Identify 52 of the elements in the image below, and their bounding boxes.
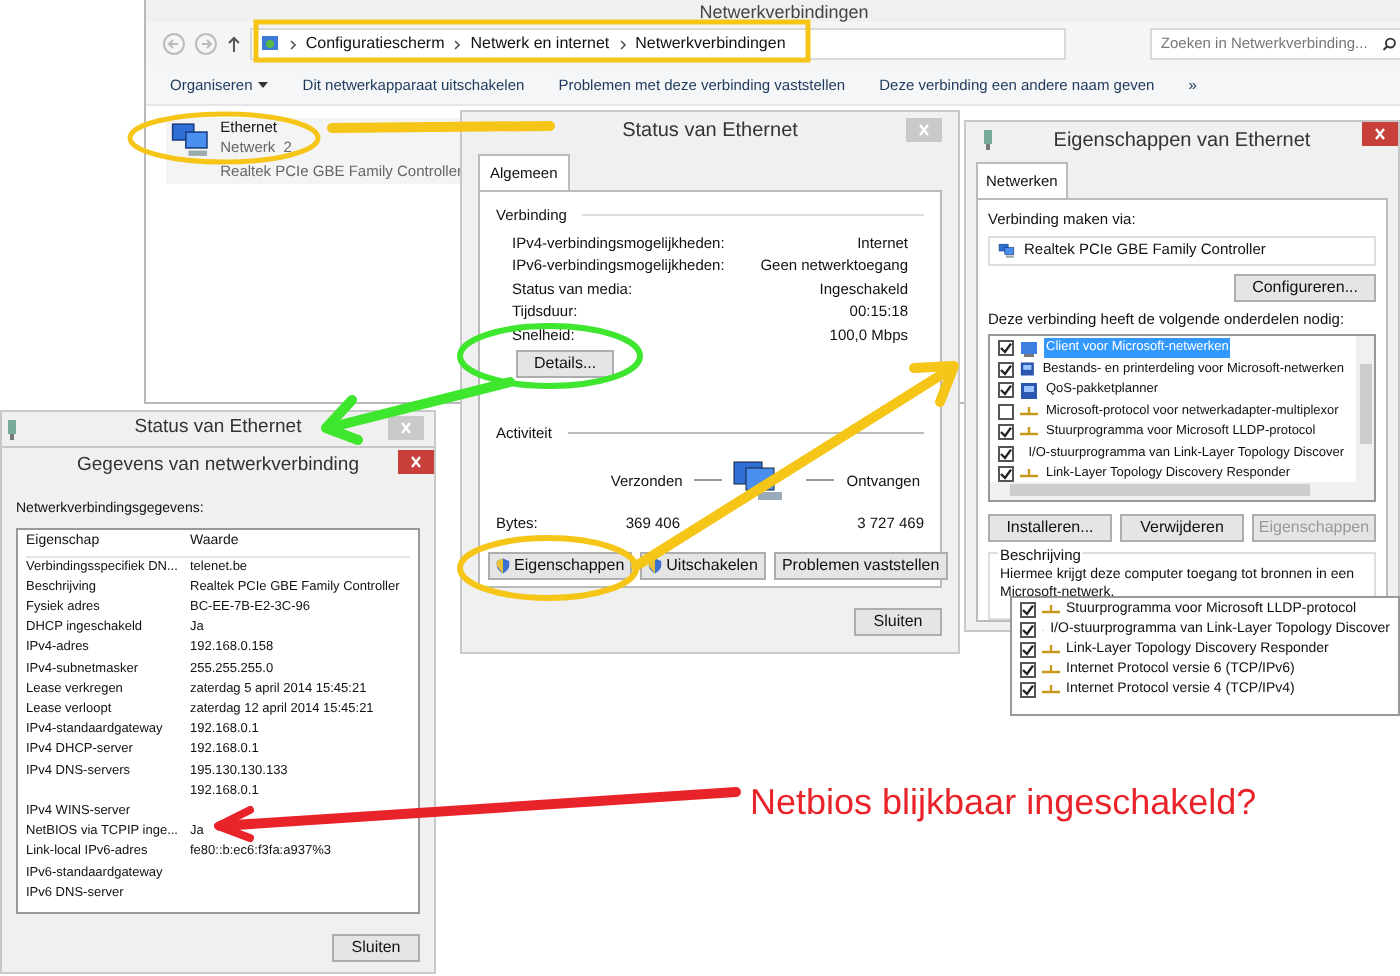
up-arrow-icon[interactable] xyxy=(225,34,242,54)
close-button[interactable]: Sluiten xyxy=(332,933,420,961)
network-client-icon xyxy=(1020,339,1038,357)
network-service-icon xyxy=(1020,381,1038,399)
window-title: Netwerkverbindingen xyxy=(699,1,869,21)
network-computers-icon xyxy=(998,241,1016,259)
shield-icon xyxy=(648,557,663,573)
search-icon xyxy=(1381,36,1396,52)
chevron-icon xyxy=(619,39,626,49)
checkbox[interactable] xyxy=(998,424,1014,440)
list-action-button[interactable]: Verwijderen xyxy=(1120,513,1244,542)
window-title: Status van Ethernet xyxy=(134,414,302,443)
close-button[interactable]: Sluiten xyxy=(854,608,942,637)
list-action-button[interactable]: Installeren... xyxy=(988,513,1112,542)
network-adapter-icon xyxy=(982,130,994,150)
shield-icon xyxy=(496,557,510,573)
configure-button[interactable]: Configureren... xyxy=(1234,273,1376,301)
checkbox[interactable] xyxy=(1020,662,1036,678)
checkbox[interactable] xyxy=(998,340,1014,356)
action-button[interactable]: Uitschakelen xyxy=(640,551,766,579)
close-icon[interactable] xyxy=(398,450,434,474)
checkbox[interactable] xyxy=(998,466,1014,482)
checkbox[interactable] xyxy=(998,382,1014,398)
action-button[interactable]: Eigenschappen xyxy=(488,551,633,579)
window-title: Gegevens van netwerkverbinding xyxy=(76,451,359,480)
action-button[interactable]: Problemen vaststellen xyxy=(773,551,948,579)
breadcrumb-item[interactable]: Netwerkverbindingen xyxy=(635,32,786,56)
checkbox[interactable] xyxy=(998,445,1014,461)
checkbox[interactable] xyxy=(998,361,1014,377)
checkbox[interactable] xyxy=(1020,622,1036,638)
checkbox[interactable] xyxy=(1020,682,1036,698)
breadcrumb-item[interactable]: Configuratiescherm xyxy=(305,32,445,56)
network-computers-icon xyxy=(694,456,835,505)
network-computers-icon xyxy=(170,118,213,162)
checkbox[interactable] xyxy=(1020,642,1036,658)
window-title: Status van Ethernet xyxy=(622,117,798,145)
window-title: Eigenschappen van Ethernet xyxy=(1053,127,1311,155)
horizontal-scrollbar[interactable] xyxy=(990,481,1374,500)
close-icon[interactable] xyxy=(1362,122,1398,146)
chevron-icon xyxy=(454,39,461,49)
chevron-icon xyxy=(289,39,296,49)
breadcrumb-item[interactable]: Netwerk en internet xyxy=(470,32,610,56)
checkbox[interactable] xyxy=(998,403,1014,419)
network-adapter-icon xyxy=(6,420,18,440)
vertical-scrollbar[interactable] xyxy=(1356,335,1374,484)
control-panel-icon xyxy=(259,34,280,54)
network-service-icon xyxy=(1020,360,1035,378)
checkbox[interactable] xyxy=(1020,602,1036,618)
caret-icon xyxy=(258,82,269,88)
details-button[interactable]: Details... xyxy=(516,350,615,378)
address-bar[interactable]: Configuratiescherm Netwerk en internet Netwerkverbindingen xyxy=(249,28,1067,60)
annotation-text: Netbios blijkbaar ingeschakeld? xyxy=(750,780,1257,826)
